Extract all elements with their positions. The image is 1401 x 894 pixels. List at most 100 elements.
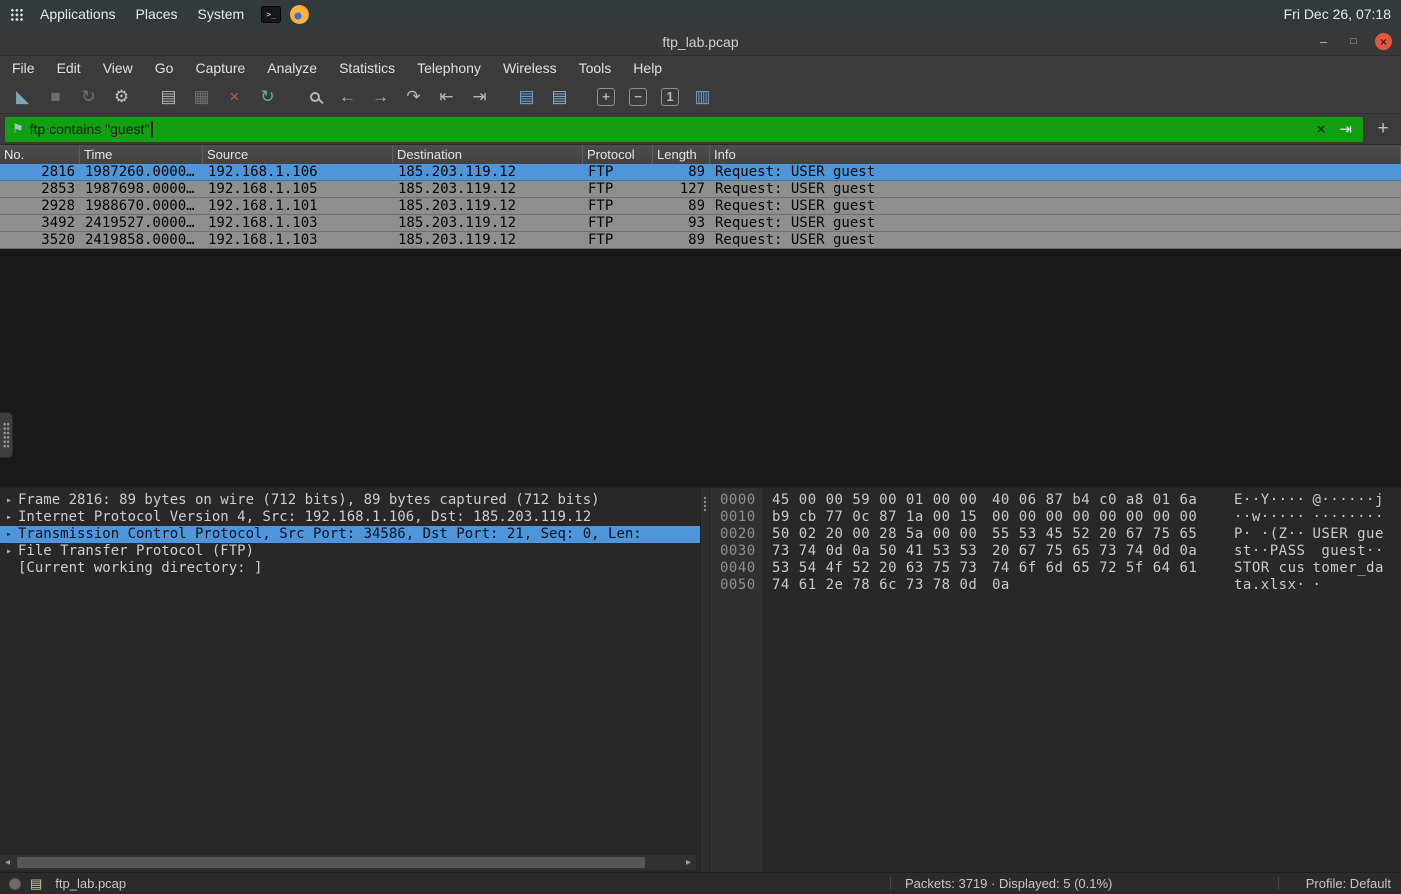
colorize-packets-icon[interactable]: ▤: [546, 84, 573, 110]
filter-apply-icon[interactable]: ⇥: [1335, 120, 1356, 138]
packet-row[interactable]: 2928 1988670.0000… 192.168.1.101 185.203.11…: [0, 198, 1401, 215]
detail-line[interactable]: ▸ Frame 2816: 89 bytes on wire (712 bits)…: [0, 492, 700, 509]
hex-row[interactable]: 0010 b9 cb 77 0c 87 1a 00 15 00 00 00 00 0…: [710, 509, 1401, 526]
hex-bytes: 53 54 4f 52 20 63 75 73: [772, 560, 978, 576]
panel-menu-system[interactable]: System: [190, 2, 253, 26]
restore-button[interactable]: □: [1345, 33, 1362, 50]
packet-row[interactable]: 3492 2419527.0000… 192.168.1.103 185.203.11…: [0, 215, 1401, 232]
filter-bookmark-icon[interactable]: ⚑: [12, 121, 24, 137]
window-controls: – □ ×: [1315, 28, 1392, 55]
menu-view[interactable]: View: [103, 60, 133, 76]
panel-menu-applications[interactable]: Applications: [32, 2, 124, 26]
filter-expression[interactable]: ftp contains "guest": [30, 121, 150, 137]
zoom-out-icon[interactable]: −: [629, 87, 647, 106]
column-header-no[interactable]: No.: [0, 145, 80, 164]
menu-edit[interactable]: Edit: [57, 60, 81, 76]
column-header-info[interactable]: Info: [710, 145, 1401, 164]
capture-options-icon[interactable]: ⚙: [108, 84, 135, 110]
auto-scroll-icon[interactable]: ▤: [513, 84, 540, 110]
menu-wireless[interactable]: Wireless: [503, 60, 557, 76]
packet-row[interactable]: 2853 1987698.0000… 192.168.1.105 185.203.11…: [0, 181, 1401, 198]
hex-row[interactable]: 0020 50 02 20 00 28 5a 00 00 55 53 45 52 2…: [710, 526, 1401, 543]
previous-packet-icon[interactable]: ⇤: [433, 84, 460, 110]
expander-icon[interactable]: ▸: [0, 509, 18, 526]
titlebar[interactable]: ftp_lab.pcap – □ ×: [0, 28, 1401, 56]
packet-no: 2853: [41, 181, 75, 197]
column-header-length[interactable]: Length: [653, 145, 710, 164]
expander-icon[interactable]: ▸: [0, 543, 18, 560]
scrollbar-track[interactable]: [15, 855, 681, 870]
hex-ascii: E··Y····: [1234, 492, 1306, 508]
hex-row[interactable]: 0000 45 00 00 59 00 01 00 00 40 06 87 b4 c…: [710, 492, 1401, 509]
menu-telephony[interactable]: Telephony: [417, 60, 481, 76]
resize-columns-icon[interactable]: ▥: [689, 84, 716, 110]
apps-grid-icon[interactable]: [10, 7, 23, 21]
display-filter-input[interactable]: ⚑ ftp contains "guest" × ⇥: [5, 116, 1363, 142]
column-header-source[interactable]: Source: [203, 145, 393, 164]
scrollbar-thumb[interactable]: [17, 857, 645, 868]
packet-destination: 185.203.119.12: [398, 215, 517, 231]
terminal-launcher-icon[interactable]: >_: [261, 5, 282, 23]
column-header-time[interactable]: Time: [80, 145, 203, 164]
restart-capture-icon[interactable]: ↻: [75, 84, 102, 110]
packet-list-empty-area[interactable]: [0, 249, 1401, 487]
expander-icon[interactable]: ▸: [0, 492, 18, 509]
terminal-prompt-glyph: >_: [266, 9, 277, 19]
packet-row[interactable]: 2816 1987260.0000… 192.168.1.106 185.203.11…: [0, 164, 1401, 181]
firefox-launcher-icon[interactable]: [290, 4, 310, 24]
detail-line[interactable]: ▸ Internet Protocol Version 4, Src: 192.1…: [0, 509, 700, 526]
hex-row[interactable]: 0050 74 61 2e 78 6c 73 78 0d 0a ta.xlsx· ·: [710, 577, 1401, 594]
close-button[interactable]: ×: [1375, 33, 1392, 50]
filter-toolbar: ⚑ ftp contains "guest" × ⇥ +: [0, 114, 1401, 145]
column-header-destination[interactable]: Destination: [393, 145, 583, 164]
pane-splitter-handle[interactable]: [0, 412, 13, 458]
toolbar-group: ← → ↷ ⇤ ⇥: [298, 84, 496, 110]
menu-analyze[interactable]: Analyze: [267, 60, 317, 76]
grip-dots-icon: [2, 422, 10, 448]
start-capture-icon[interactable]: ◣: [9, 84, 36, 110]
hex-row[interactable]: 0030 73 74 0d 0a 50 41 53 53 20 67 75 65 7…: [710, 543, 1401, 560]
packet-row[interactable]: 3520 2419858.0000… 192.168.1.103 185.203.11…: [0, 232, 1401, 249]
find-packet-icon[interactable]: [301, 84, 328, 110]
reload-file-icon[interactable]: ↻: [254, 84, 281, 110]
menu-tools[interactable]: Tools: [579, 60, 612, 76]
go-to-packet-icon[interactable]: ↷: [400, 84, 427, 110]
menu-help[interactable]: Help: [633, 60, 662, 76]
normal-size-icon[interactable]: 1: [661, 87, 679, 106]
menu-statistics[interactable]: Statistics: [339, 60, 395, 76]
zoom-in-icon[interactable]: +: [597, 87, 615, 106]
profile-selector[interactable]: Profile: Default: [1306, 876, 1391, 891]
column-header-protocol[interactable]: Protocol: [583, 145, 653, 164]
text-caret: [151, 121, 154, 137]
pane-splitter[interactable]: [700, 488, 710, 872]
menu-file[interactable]: File: [12, 60, 35, 76]
hex-row[interactable]: 0040 53 54 4f 52 20 63 75 73 74 6f 6d 65 7…: [710, 560, 1401, 577]
expander-icon[interactable]: ▸: [0, 526, 18, 543]
save-file-icon[interactable]: ▦: [188, 84, 215, 110]
open-file-icon[interactable]: ▤: [155, 84, 182, 110]
menu-go[interactable]: Go: [155, 60, 174, 76]
capture-file-name[interactable]: ftp_lab.pcap: [55, 876, 126, 891]
minimize-button[interactable]: –: [1315, 33, 1332, 50]
detail-line[interactable]: [Current working directory: ]: [0, 560, 700, 577]
clock[interactable]: Fri Dec 26, 07:18: [1284, 6, 1391, 22]
panel-menu-places[interactable]: Places: [128, 2, 186, 26]
detail-line[interactable]: ▸ File Transfer Protocol (FTP): [0, 543, 700, 560]
detail-line[interactable]: ▸ Transmission Control Protocol, Src Port…: [0, 526, 700, 543]
next-packet-icon[interactable]: ⇥: [466, 84, 493, 110]
packet-source: 192.168.1.103: [208, 232, 318, 248]
filter-clear-icon[interactable]: ×: [1313, 121, 1330, 138]
filter-add-button[interactable]: +: [1370, 117, 1396, 142]
expert-info-icon[interactable]: [9, 877, 21, 890]
scroll-left-arrow-icon[interactable]: ◂: [0, 857, 15, 868]
toolbar-group: + −1 ▥: [590, 84, 719, 110]
stop-capture-icon[interactable]: ■: [42, 84, 69, 110]
close-file-icon[interactable]: ×: [221, 84, 248, 110]
hex-offset: 0000: [720, 492, 756, 508]
scroll-right-arrow-icon[interactable]: ▸: [681, 857, 696, 868]
capture-comment-icon[interactable]: ▤: [30, 876, 42, 892]
go-forward-icon[interactable]: →: [367, 84, 394, 110]
go-back-icon[interactable]: ←: [334, 84, 361, 110]
menu-capture[interactable]: Capture: [195, 60, 245, 76]
details-horizontal-scrollbar[interactable]: ◂ ▸: [0, 855, 696, 870]
